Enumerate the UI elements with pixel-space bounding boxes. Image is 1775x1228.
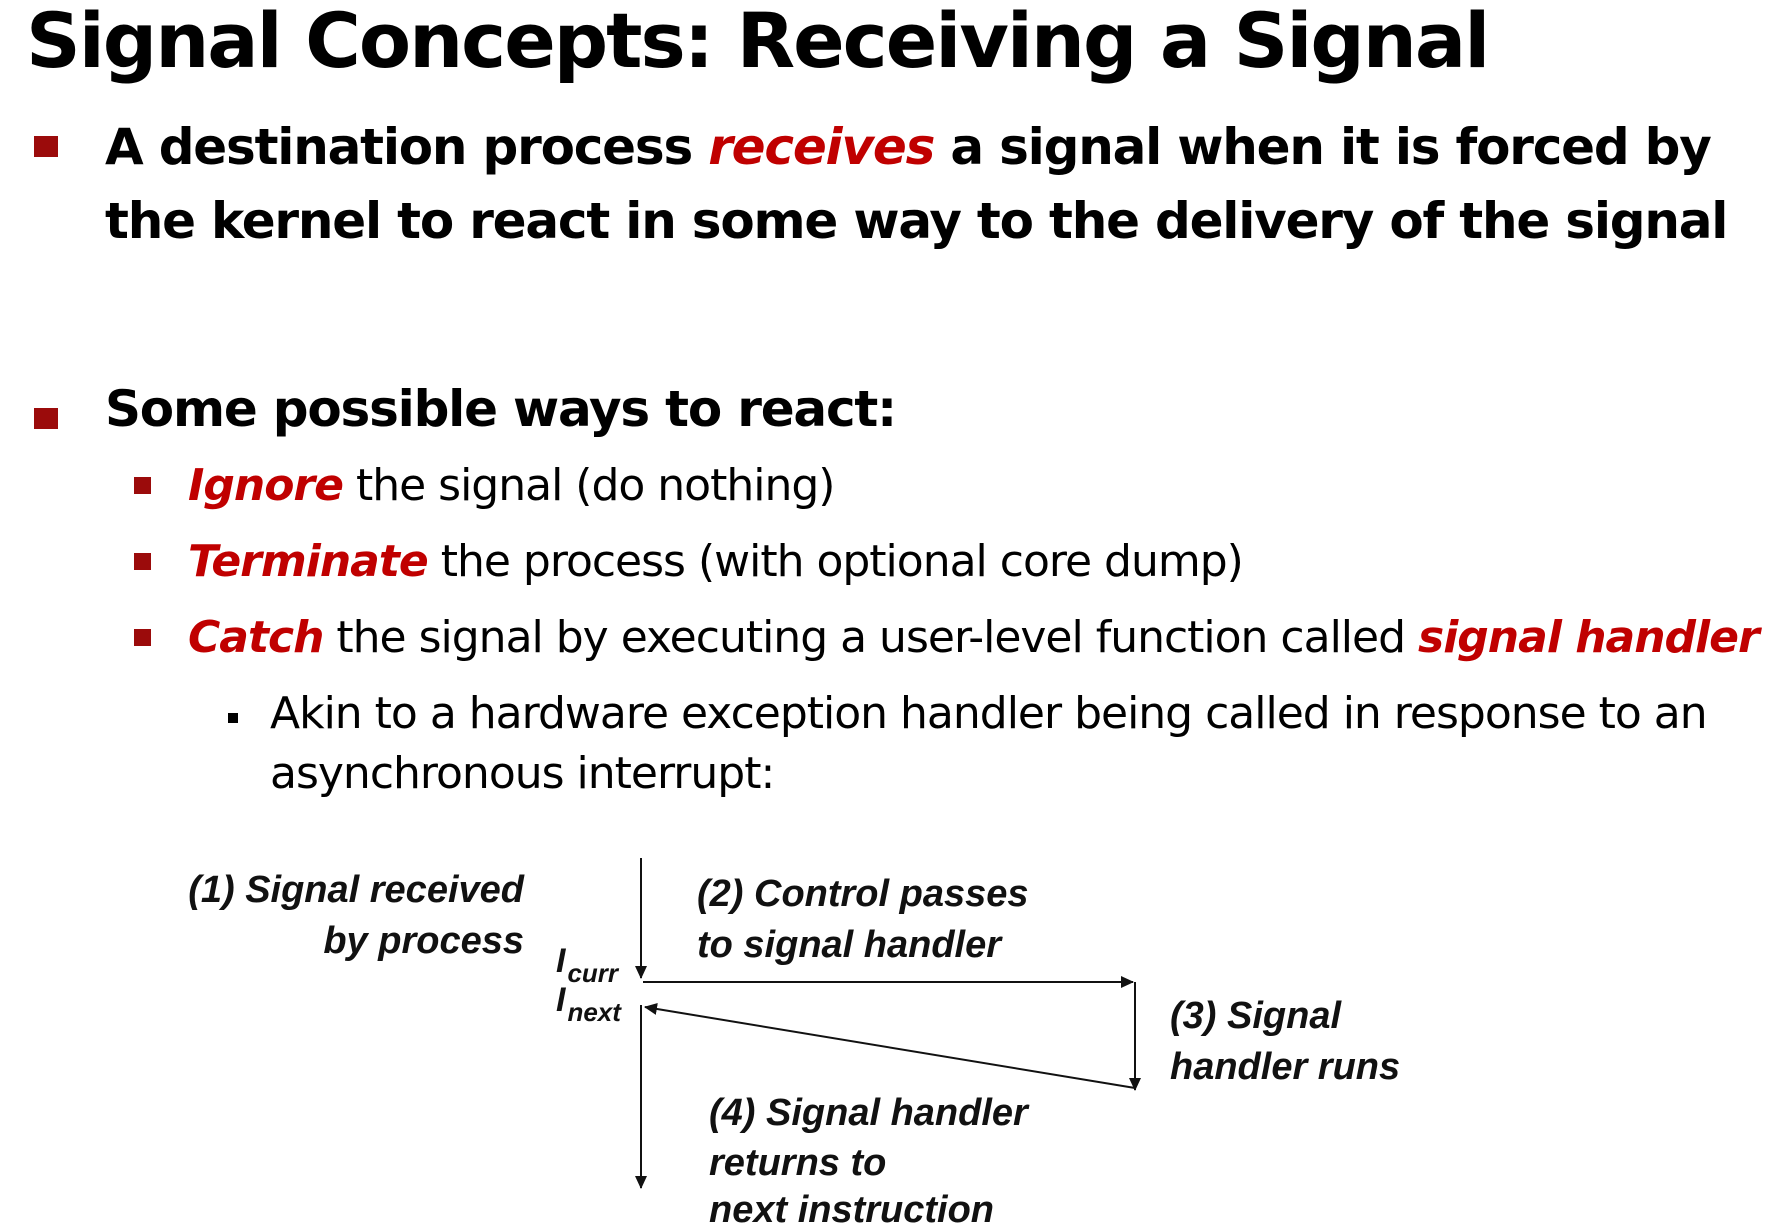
step-4-label-line-1: (4) Signal handler: [709, 1092, 1030, 1134]
step-3-label-line-2: handler runs: [1170, 1046, 1400, 1088]
i-curr-subscript: curr: [567, 958, 619, 988]
step-4-label-line-3: next instruction: [709, 1189, 994, 1228]
i-next-subscript: next: [567, 997, 622, 1027]
i-curr-label: Icurr: [556, 942, 620, 988]
handler-returns-arrow: [644, 1003, 1136, 1089]
step-1-label-line-1: (1) Signal received: [188, 869, 525, 911]
step-1-label-line-2: by process: [323, 920, 524, 962]
step-3-label-line-1: (3) Signal: [1170, 995, 1342, 1037]
signal-flow-diagram: (1) Signal received by process (2) Contr…: [188, 858, 1400, 1228]
step-2-label-line-2: to signal handler: [697, 924, 1003, 966]
i-curr-base: I: [556, 942, 567, 980]
step-2-label-line-1: (2) Control passes: [697, 873, 1029, 915]
i-next-base: I: [556, 981, 567, 1019]
step-4-label-line-2: returns to: [709, 1142, 886, 1184]
